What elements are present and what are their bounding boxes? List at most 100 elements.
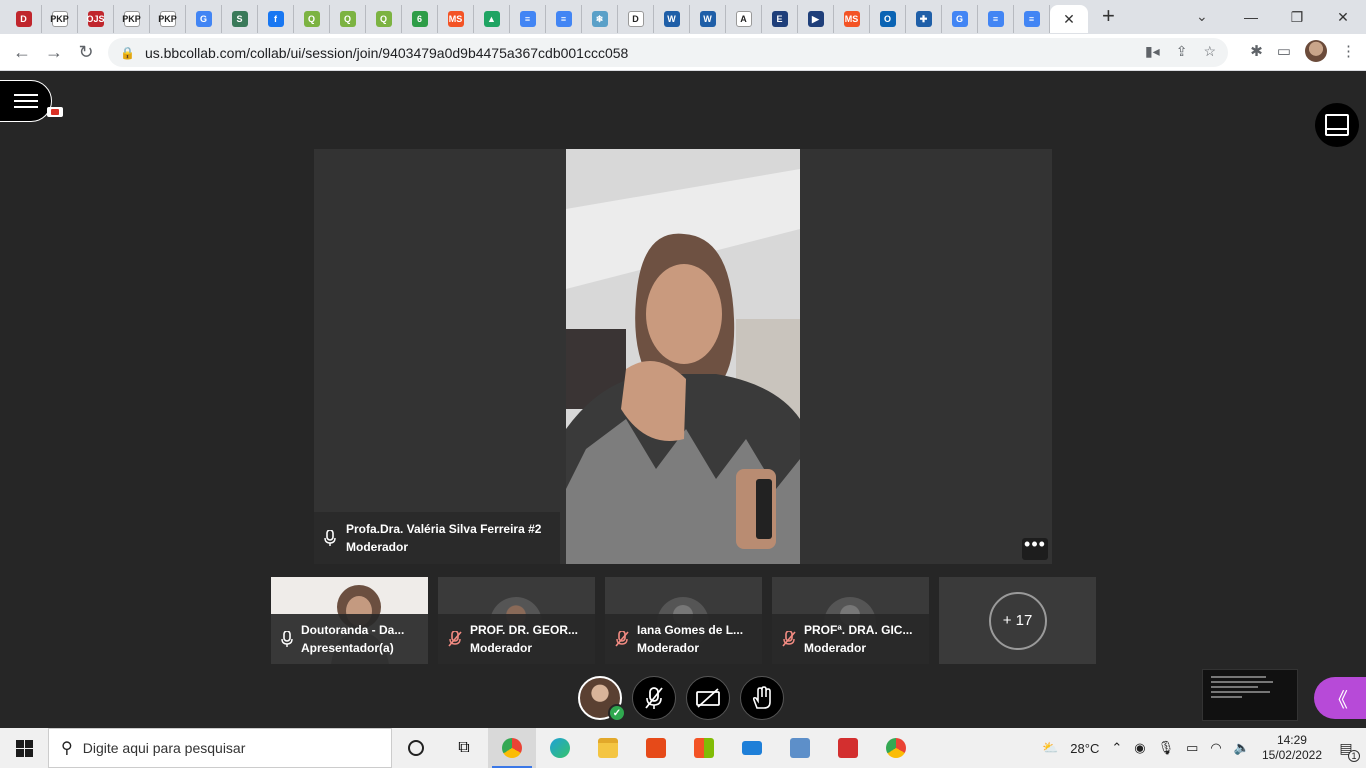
- shared-content-thumbnail[interactable]: [1202, 669, 1298, 721]
- browser-tab[interactable]: PKP: [114, 5, 150, 33]
- participant-tiles: Doutoranda - Da... Apresentador(a) PROF.…: [271, 577, 1096, 664]
- cortana-button[interactable]: [392, 728, 440, 768]
- taskbar-store[interactable]: [680, 728, 728, 768]
- browser-tab[interactable]: D: [618, 5, 654, 33]
- active-tab[interactable]: ✕: [1050, 5, 1088, 33]
- taskbar-search-box[interactable]: ⚲ Digite aqui para pesquisar: [48, 728, 392, 768]
- browser-tab[interactable]: PKP: [42, 5, 78, 33]
- weather-icon[interactable]: ⛅: [1042, 740, 1058, 756]
- microphone-toggle-button[interactable]: [632, 676, 676, 720]
- windows-taskbar: ⚲ Digite aqui para pesquisar ⧉ ⛅ 28°C ⌃ …: [0, 728, 1366, 768]
- minimize-button[interactable]: —: [1228, 0, 1274, 34]
- participant-tile[interactable]: Doutoranda - Da... Apresentador(a): [271, 577, 428, 664]
- browser-tab[interactable]: ▶: [798, 5, 834, 33]
- browser-tab[interactable]: G: [186, 5, 222, 33]
- taskbar-file-explorer[interactable]: [584, 728, 632, 768]
- taskbar-edge[interactable]: [536, 728, 584, 768]
- browser-tab[interactable]: ≡: [978, 5, 1014, 33]
- browser-tab[interactable]: Q: [366, 5, 402, 33]
- tab-favicon-icon: A: [735, 11, 752, 27]
- browser-tab[interactable]: MS: [438, 5, 474, 33]
- participant-tile[interactable]: PROFª. DRA. GIC... Moderador: [772, 577, 929, 664]
- raise-hand-button[interactable]: [740, 676, 784, 720]
- system-tray: ⛅ 28°C ⌃ ◉ 🎙 ▭ ◠ 🔈 14:29 15/02/2022 ▤ 1: [1042, 728, 1366, 768]
- clock[interactable]: 14:29 15/02/2022: [1262, 733, 1322, 763]
- browser-tab[interactable]: ❄: [582, 5, 618, 33]
- taskbar-mail[interactable]: [728, 728, 776, 768]
- taskbar-chrome[interactable]: [488, 728, 536, 768]
- browser-tab[interactable]: ✚: [906, 5, 942, 33]
- browser-tab[interactable]: Q: [330, 5, 366, 33]
- wifi-icon[interactable]: ◠: [1210, 740, 1221, 756]
- camera-in-use-icon[interactable]: ▮◂: [1145, 43, 1160, 60]
- participant-role: Moderador: [804, 641, 867, 655]
- profile-avatar[interactable]: [1305, 40, 1327, 62]
- close-tab-icon[interactable]: ✕: [1063, 11, 1075, 28]
- extensions-icon[interactable]: ✱: [1250, 42, 1263, 60]
- taskbar-acrobat[interactable]: [824, 728, 872, 768]
- open-collaborate-panel-button[interactable]: 《: [1314, 677, 1366, 719]
- tab-favicon-icon: 6: [411, 11, 428, 27]
- notification-center-button[interactable]: ▤ 1: [1334, 736, 1360, 762]
- tab-favicon-icon: PKP: [50, 11, 69, 27]
- speaker-more-options-button[interactable]: •••: [1022, 535, 1048, 560]
- cast-icon[interactable]: ▭: [1277, 42, 1291, 60]
- browser-tab[interactable]: W: [690, 5, 726, 33]
- browser-tab[interactable]: D: [6, 5, 42, 33]
- taskbar-office[interactable]: [632, 728, 680, 768]
- meet-now-icon[interactable]: ◉: [1134, 740, 1145, 756]
- my-status-button[interactable]: ✓: [578, 676, 626, 722]
- browser-tab[interactable]: G: [942, 5, 978, 33]
- hamburger-icon: [14, 94, 38, 108]
- browser-tab[interactable]: ▲: [474, 5, 510, 33]
- browser-tab[interactable]: 6: [402, 5, 438, 33]
- browser-tab[interactable]: f: [258, 5, 294, 33]
- more-participants-tile[interactable]: + 17: [939, 577, 1096, 664]
- tab-favicon-icon: ▶: [807, 11, 824, 27]
- tab-search-icon[interactable]: ⌄: [1196, 8, 1208, 25]
- session-menu-button[interactable]: [0, 80, 52, 122]
- back-button[interactable]: ←: [6, 36, 38, 68]
- browser-toolbar: ← → ↻ 🔒 us.bbcollab.com/collab/ui/sessio…: [0, 34, 1366, 71]
- layout-toggle-button[interactable]: [1315, 103, 1359, 147]
- restore-button[interactable]: ❐: [1274, 0, 1320, 34]
- share-icon[interactable]: ⇪: [1176, 43, 1188, 60]
- browser-tab[interactable]: PKP: [150, 5, 186, 33]
- close-window-button[interactable]: ✕: [1320, 0, 1366, 34]
- task-view-button[interactable]: ⧉: [440, 728, 488, 768]
- forward-button[interactable]: →: [38, 36, 70, 68]
- browser-tab[interactable]: ≡: [510, 5, 546, 33]
- taskbar-app[interactable]: [776, 728, 824, 768]
- volume-icon[interactable]: 🔈: [1234, 740, 1250, 756]
- browser-tab[interactable]: E: [762, 5, 798, 33]
- browser-tab[interactable]: OJS: [78, 5, 114, 33]
- taskbar-chrome-2[interactable]: [872, 728, 920, 768]
- tab-favicon-icon: ≡: [1023, 11, 1040, 27]
- browser-tab[interactable]: W: [654, 5, 690, 33]
- participant-nameplate: Iana Gomes de L... Moderador: [605, 614, 762, 664]
- show-hidden-icons-icon[interactable]: ⌃: [1111, 740, 1122, 756]
- start-button[interactable]: [0, 728, 48, 768]
- browser-tab[interactable]: ≡: [1014, 5, 1050, 33]
- browser-tab[interactable]: Q: [294, 5, 330, 33]
- tab-favicon-icon: ≡: [519, 11, 536, 27]
- address-bar[interactable]: 🔒 us.bbcollab.com/collab/ui/session/join…: [108, 38, 1228, 67]
- temperature[interactable]: 28°C: [1070, 741, 1099, 756]
- tab-favicon-icon: W: [699, 11, 716, 27]
- chrome-menu-icon[interactable]: ⋮: [1341, 42, 1356, 60]
- browser-tab[interactable]: ≡: [546, 5, 582, 33]
- camera-toggle-button[interactable]: [686, 676, 730, 720]
- battery-icon[interactable]: ▭: [1186, 740, 1198, 756]
- tab-favicon-icon: MS: [843, 11, 860, 27]
- tab-favicon-icon: ❄: [591, 11, 608, 27]
- microphone-tray-icon[interactable]: 🎙: [1158, 740, 1175, 756]
- browser-tab[interactable]: A: [726, 5, 762, 33]
- participant-tile[interactable]: PROF. DR. GEOR... Moderador: [438, 577, 595, 664]
- browser-tab[interactable]: O: [870, 5, 906, 33]
- reload-button[interactable]: ↻: [70, 36, 102, 68]
- browser-tab[interactable]: MS: [834, 5, 870, 33]
- participant-tile[interactable]: Iana Gomes de L... Moderador: [605, 577, 762, 664]
- bookmark-star-icon[interactable]: ☆: [1203, 43, 1216, 60]
- browser-tab[interactable]: S: [222, 5, 258, 33]
- new-tab-button[interactable]: +: [1102, 3, 1115, 29]
